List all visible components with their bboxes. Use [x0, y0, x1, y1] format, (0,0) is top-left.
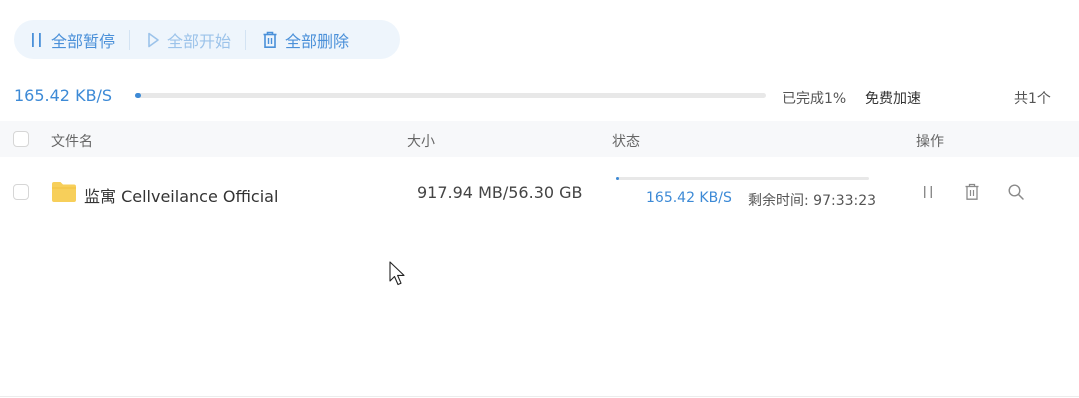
column-header-status: 状态 [612, 134, 640, 150]
pause-all-button[interactable]: 全部暂停 [14, 20, 129, 59]
row-remaining-time: 剩余时间: 97:33:23 [748, 193, 877, 209]
row-pause-button[interactable] [918, 182, 938, 202]
mouse-cursor-icon [389, 261, 407, 291]
toolbar: 全部暂停 全部开始 全部删除 [14, 20, 400, 59]
row-search-button[interactable] [1006, 182, 1026, 202]
start-all-button[interactable]: 全部开始 [130, 20, 245, 59]
divider [0, 396, 1079, 397]
pause-icon [924, 186, 932, 198]
total-progress-fill [135, 93, 142, 98]
table-header: 文件名 大小 状态 操作 [0, 121, 1079, 157]
row-progress-fill [616, 177, 619, 180]
total-speed: 165.42 KB/S [14, 86, 113, 105]
search-icon [1008, 184, 1024, 200]
folder-icon [51, 181, 77, 207]
row-progress-bar [616, 177, 869, 180]
completed-percent: 已完成1% [782, 91, 847, 107]
trash-icon [965, 183, 979, 200]
column-header-size: 大小 [407, 134, 435, 150]
row-speed: 165.42 KB/S [646, 190, 732, 206]
total-progress-bar [135, 93, 766, 98]
select-all-checkbox[interactable] [13, 131, 29, 147]
pause-icon [30, 31, 44, 49]
column-header-name: 文件名 [51, 134, 93, 150]
free-boost-link[interactable]: 免费加速 [865, 88, 921, 108]
row-checkbox[interactable] [13, 184, 29, 200]
row-delete-button[interactable] [962, 182, 982, 202]
column-header-actions: 操作 [916, 134, 944, 150]
pause-all-label: 全部暂停 [51, 31, 116, 51]
table-row[interactable]: 监寓 Cellveilance Official 917.94 MB/56.30… [0, 160, 1079, 226]
file-size: 917.94 MB/56.30 GB [417, 183, 583, 202]
download-manager: 全部暂停 全部开始 全部删除 165.42 KB/S 已完成1% 免费加速 共1… [0, 0, 1079, 398]
file-name: 监寓 Cellveilance Official [84, 187, 279, 206]
start-all-label: 全部开始 [167, 31, 232, 51]
total-count: 共1个 [1014, 91, 1051, 107]
trash-icon [262, 31, 278, 49]
play-icon [146, 31, 160, 49]
delete-all-label: 全部删除 [285, 31, 350, 51]
delete-all-button[interactable]: 全部删除 [246, 20, 363, 59]
